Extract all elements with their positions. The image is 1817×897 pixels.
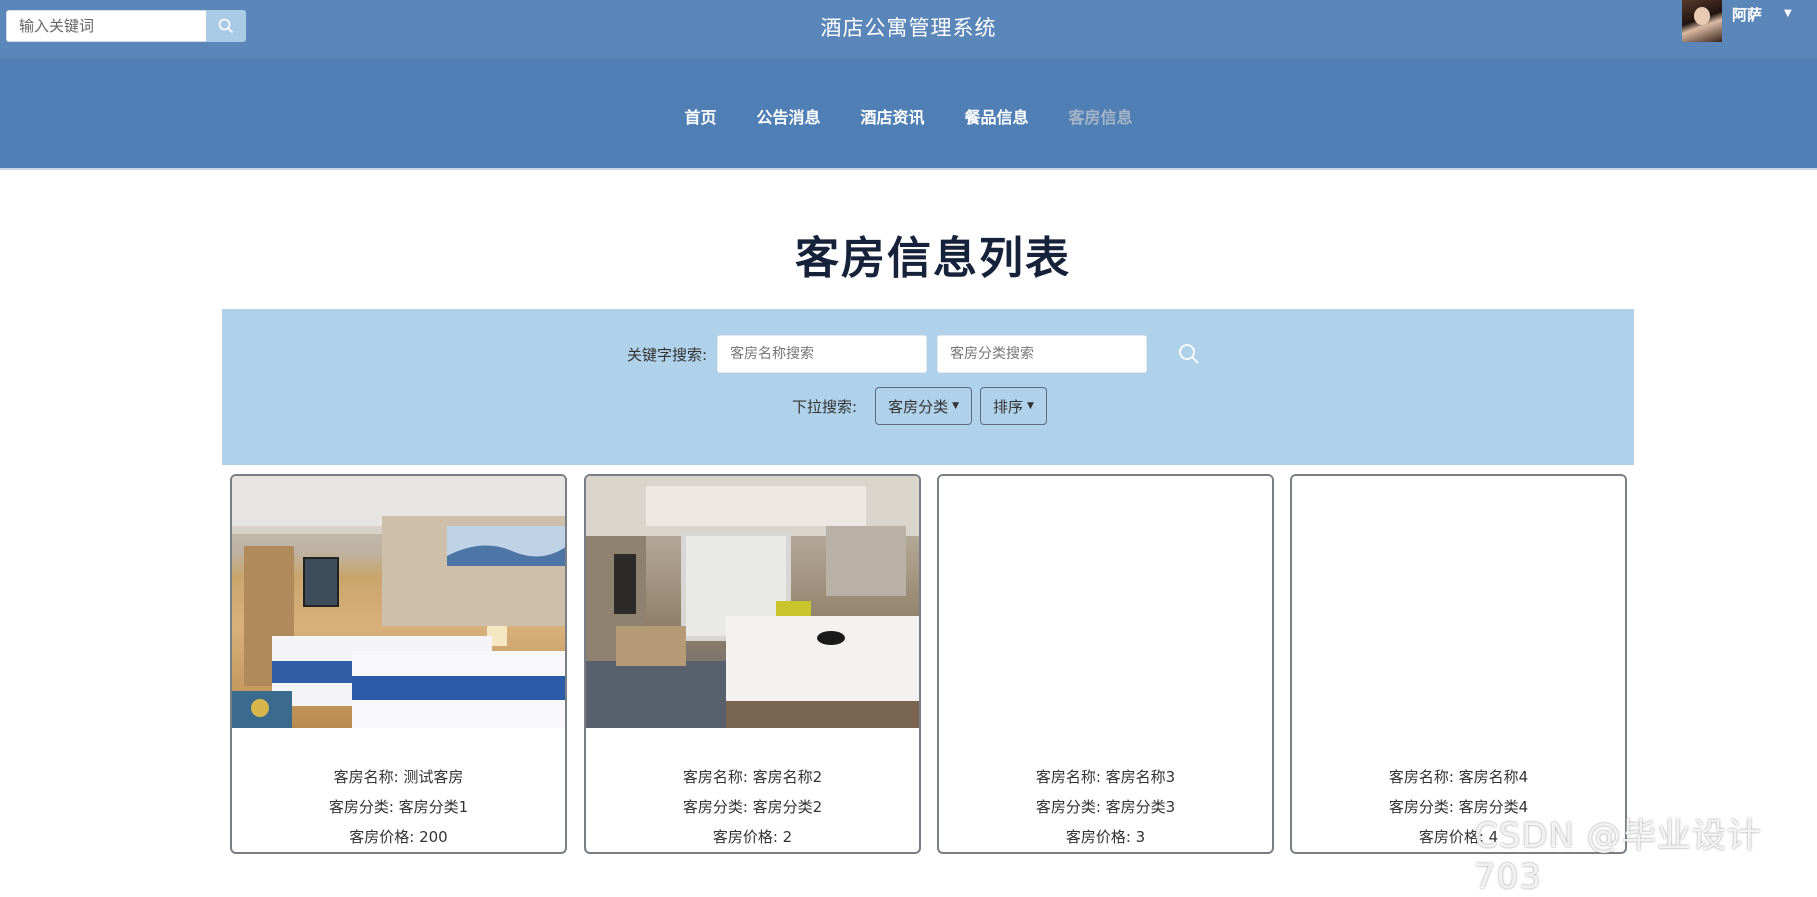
avatar[interactable] [1682, 0, 1722, 42]
room-photo-drawing [232, 476, 565, 728]
room-card[interactable]: 客房名称: 测试客房 客房分类: 客房分类1 客房价格: 200 [230, 474, 567, 854]
room-image[interactable] [1292, 476, 1625, 728]
room-card[interactable]: 客房名称: 客房名称3 客房分类: 客房分类3 客房价格: 3 [937, 474, 1274, 854]
room-name: 客房名称: 客房名称3 [1035, 768, 1176, 786]
room-price: 客房价格: 3 [1065, 828, 1146, 846]
caret-down-icon: ▼ [1027, 401, 1034, 411]
nav-item-home[interactable]: 首页 [684, 104, 716, 128]
room-card[interactable]: 客房名称: 客房名称4 客房分类: 客房分类4 客房价格: 4 [1290, 474, 1627, 854]
room-name-search-input[interactable] [717, 335, 928, 373]
sort-dropdown[interactable]: 排序 ▼ [980, 387, 1047, 425]
room-category-dropdown[interactable]: 客房分类 ▼ [875, 387, 972, 425]
chevron-down-icon[interactable]: ▼ [1784, 8, 1792, 19]
room-image[interactable] [232, 476, 565, 728]
room-name: 客房名称: 测试客房 [333, 768, 464, 786]
nav-item-rooms[interactable]: 客房信息 [1069, 104, 1133, 128]
room-category-dropdown-label: 客房分类 [888, 397, 949, 416]
room-category: 客房分类: 客房分类2 [682, 798, 823, 816]
room-price: 客房价格: 200 [349, 828, 448, 846]
nav-item-hotel-news[interactable]: 酒店资讯 [860, 104, 924, 128]
sort-dropdown-label: 排序 [993, 397, 1024, 416]
room-card[interactable]: 客房名称: 客房名称2 客房分类: 客房分类2 客房价格: 2 [584, 474, 921, 854]
room-image[interactable] [939, 476, 1272, 728]
user-menu[interactable]: 阿萨 ▼ [1682, 0, 1792, 42]
room-name: 客房名称: 客房名称4 [1388, 768, 1529, 786]
caret-down-icon: ▼ [952, 401, 959, 411]
room-image[interactable] [586, 476, 919, 728]
site-title: 酒店公寓管理系统 [820, 16, 997, 40]
top-bar: 酒店公寓管理系统 阿萨 ▼ [0, 0, 1817, 58]
room-category-search-input[interactable] [937, 335, 1148, 373]
keyword-search-label: 关键字搜索: [627, 345, 708, 364]
nav-item-meals[interactable]: 餐品信息 [965, 104, 1029, 128]
main-nav: 首页 公告消息 酒店资讯 餐品信息 客房信息 [0, 58, 1817, 170]
nav-item-announcements[interactable]: 公告消息 [756, 104, 820, 128]
filter-search-button[interactable] [1175, 340, 1203, 368]
search-icon [1179, 344, 1199, 364]
user-name[interactable]: 阿萨 [1732, 4, 1762, 25]
filter-panel: 关键字搜索: 下拉搜索: 客房分类 ▼ 排序 ▼ [222, 309, 1634, 465]
watermark: CSDN @毕业设计703 [1474, 816, 1762, 897]
room-name: 客房名称: 客房名称2 [682, 768, 823, 786]
room-price: 客房价格: 2 [712, 828, 793, 846]
room-photo-drawing [586, 476, 919, 728]
room-category: 客房分类: 客房分类1 [328, 798, 469, 816]
room-category: 客房分类: 客房分类3 [1035, 798, 1176, 816]
dropdown-search-label: 下拉搜索: [792, 397, 858, 416]
page-title: 客房信息列表 [795, 233, 1071, 284]
